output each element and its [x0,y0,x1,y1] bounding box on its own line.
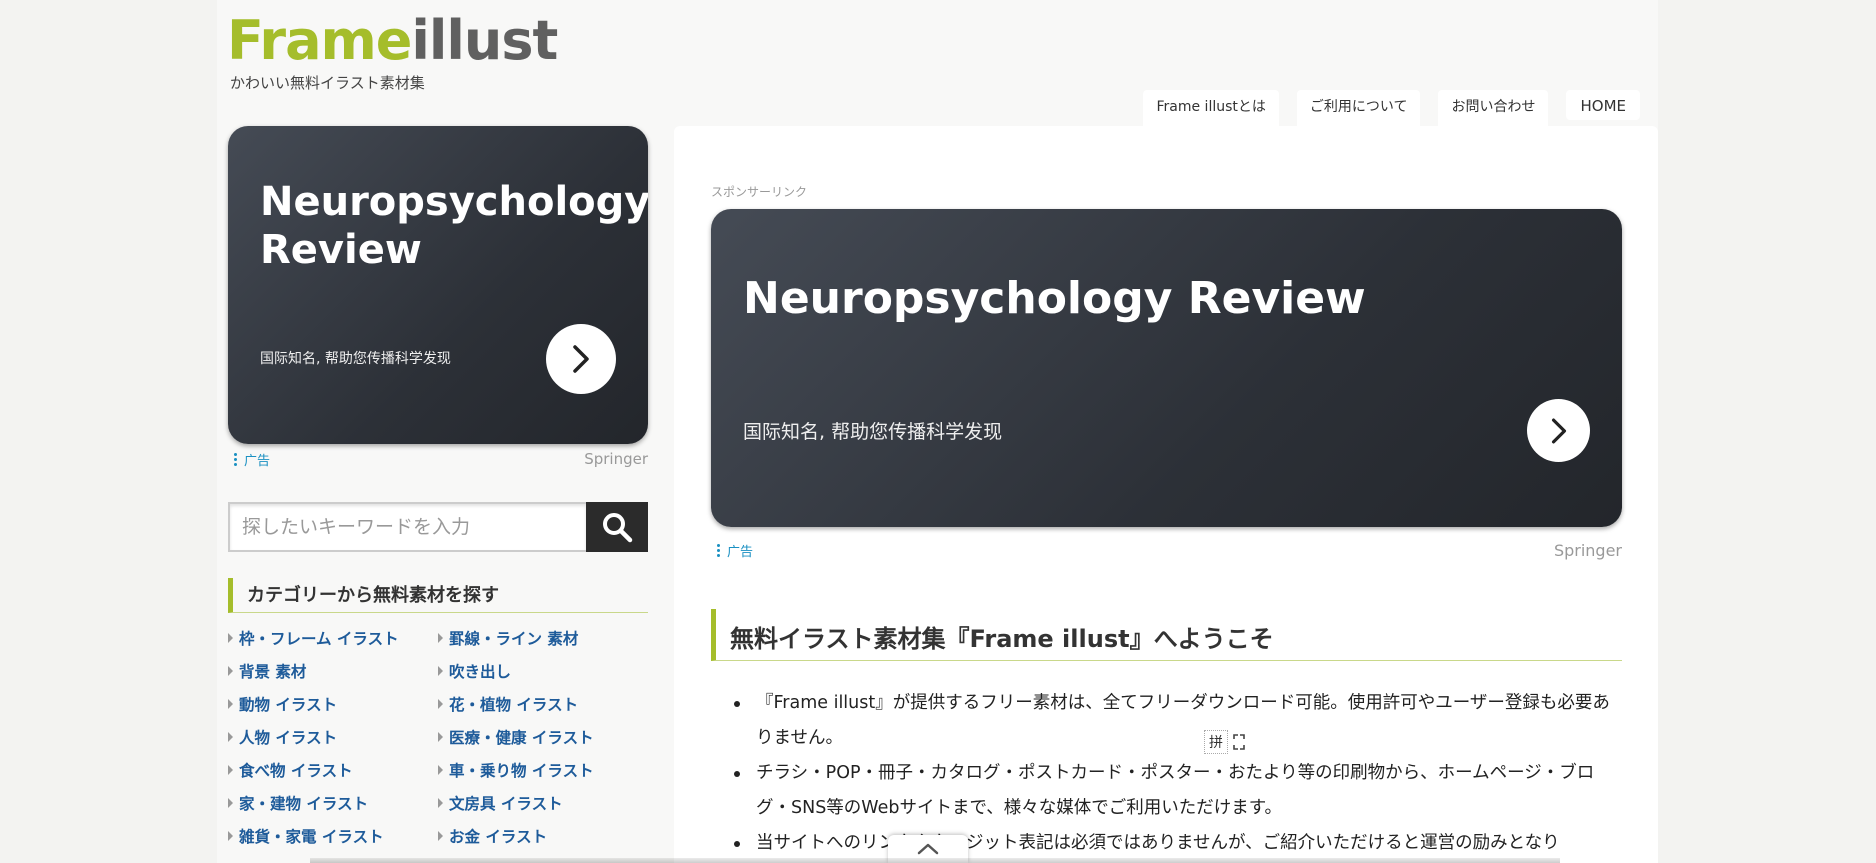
category-label: 医療・健康 イラスト [449,729,594,747]
ad-source[interactable]: Springer [1554,541,1622,560]
category-link[interactable]: 医療・健康 イラスト [438,726,648,748]
triangle-right-icon [228,666,233,676]
triangle-right-icon [228,765,233,775]
category-link[interactable]: 罫線・ライン 素材 [438,627,648,649]
category-label: お金 イラスト [449,828,548,846]
list-item: 『Frame illust』が提供するフリー素材は、全てフリーダウンロード可能。… [734,686,1624,756]
nav-about[interactable]: Frame illustとは [1143,90,1279,126]
triangle-right-icon [228,633,233,643]
category-link[interactable]: 花・植物 イラスト [438,693,648,715]
category-label: 花・植物 イラスト [449,696,579,714]
triangle-right-icon [228,699,233,709]
bottom-bar-shadow [310,858,1560,863]
category-heading: カテゴリーから無料素材を探す [228,578,648,613]
kebab-menu-icon [717,543,720,557]
sidebar: Neuropsychology Review 国际知名, 帮助您传播科学发现 广… [228,126,648,847]
nav-home[interactable]: HOME [1566,90,1640,120]
logo-illust-text: illust [411,9,558,72]
triangle-right-icon [438,765,443,775]
triangle-right-icon [438,699,443,709]
nav-usage[interactable]: ご利用について [1296,90,1421,126]
site-logo[interactable]: Frameillust [227,14,558,68]
category-link[interactable]: お金 イラスト [438,825,648,847]
category-label: 動物 イラスト [239,696,338,714]
ad-description: 国际知名, 帮助您传播科学发现 [743,421,1003,443]
sidebar-ad-card[interactable]: Neuropsychology Review 国际知名, 帮助您传播科学发现 [228,126,648,444]
main-ad-card[interactable]: Neuropsychology Review 国际知名, 帮助您传播科学发现 [711,209,1622,527]
category-label: 家・建物 イラスト [239,795,369,813]
ime-pinyin-icon[interactable]: 拼 [1204,730,1228,754]
ad-title: Neuropsychology Review [743,273,1366,324]
ad-label[interactable]: 广告 [717,541,753,560]
chevron-up-icon [917,843,939,855]
welcome-heading: 無料イラスト素材集『Frame illust』へようこそ [711,609,1622,661]
logo-frame-text: Frame [227,9,412,72]
chevron-right-icon [1551,418,1566,443]
main-ad-meta: 广告 Springer [711,535,1622,565]
chevron-right-icon [573,345,589,373]
category-link[interactable]: 文房具 イラスト [438,792,648,814]
triangle-right-icon [438,666,443,676]
category-link[interactable]: 背景 素材 [228,660,438,682]
category-list: 枠・フレーム イラスト 罫線・ライン 素材 背景 素材 吹き出し 動物 イラスト… [228,627,648,847]
search-form [228,502,648,552]
ad-label-text: 广告 [727,544,754,560]
category-label: 背景 素材 [239,663,307,681]
sidebar-ad-meta: 广告 Springer [228,444,648,474]
list-item: チラシ・POP・冊子・カタログ・ポストカード・ポスター・おたより等の印刷物から、… [734,756,1624,826]
category-label: 枠・フレーム イラスト [239,630,399,648]
category-label: 雑貨・家電 イラスト [239,828,384,846]
site-tagline: かわいい無料イラスト素材集 [230,74,425,92]
category-label: 食べ物 イラスト [239,762,353,780]
expand-icon[interactable] [1232,733,1246,751]
search-button[interactable] [586,502,648,552]
ad-open-button[interactable] [1527,399,1590,462]
category-label: 罫線・ライン 素材 [449,630,579,648]
top-nav: Frame illustとは ご利用について お問い合わせ HOME [1143,90,1640,126]
triangle-right-icon [438,798,443,808]
category-link[interactable]: 動物 イラスト [228,693,438,715]
search-input[interactable] [228,502,586,552]
triangle-right-icon [438,831,443,841]
nav-contact[interactable]: お問い合わせ [1438,90,1549,126]
category-label: 文房具 イラスト [449,795,563,813]
search-icon [603,513,633,543]
intro-list: 『Frame illust』が提供するフリー素材は、全てフリーダウンロード可能。… [734,686,1624,861]
triangle-right-icon [228,732,233,742]
ad-description: 国际知名, 帮助您传播科学发现 [260,351,451,367]
category-link[interactable]: 吹き出し [438,660,648,682]
ad-label[interactable]: 广告 [234,450,270,469]
main-content: スポンサーリンク Neuropsychology Review 国际知名, 帮助… [674,126,1658,863]
ad-label-text: 广告 [244,453,271,469]
category-label: 吹き出し [449,663,512,681]
list-item: 当サイトへのリンクやクレジット表記は必須ではありませんが、ご紹介いただけると運営… [734,826,1624,861]
category-link[interactable]: 人物 イラスト [228,726,438,748]
category-link[interactable]: 家・建物 イラスト [228,792,438,814]
category-label: 車・乗り物 イラスト [449,762,594,780]
ad-title: Neuropsychology Review [260,179,648,273]
category-link[interactable]: 食べ物 イラスト [228,759,438,781]
category-link[interactable]: 枠・フレーム イラスト [228,627,438,649]
triangle-right-icon [438,732,443,742]
triangle-right-icon [438,633,443,643]
sponsor-label: スポンサーリンク [711,185,808,199]
category-link[interactable]: 車・乗り物 イラスト [438,759,648,781]
triangle-right-icon [228,831,233,841]
ad-source[interactable]: Springer [584,450,648,468]
category-label: 人物 イラスト [239,729,338,747]
triangle-right-icon [228,798,233,808]
ime-toolbar[interactable]: 拼 [1204,730,1246,754]
ad-open-button[interactable] [546,324,616,394]
category-link[interactable]: 雑貨・家電 イラスト [228,825,438,847]
kebab-menu-icon [234,452,237,466]
